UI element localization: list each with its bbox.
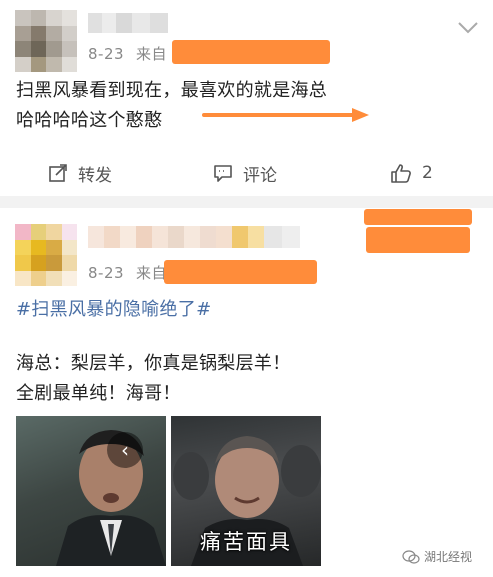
chevron-down-icon[interactable] xyxy=(456,20,480,36)
post-text-line: 全剧最单纯！海哥！ xyxy=(16,383,181,404)
avatar[interactable] xyxy=(15,10,77,72)
prev-image-button[interactable]: ‹ xyxy=(107,432,143,468)
repost-button[interactable]: 转发 xyxy=(48,158,112,188)
username-redacted[interactable] xyxy=(88,226,300,248)
repost-icon xyxy=(49,164,67,182)
post-text-line: 海总：梨层羊，你真是锅梨层羊！ xyxy=(16,353,291,374)
post-meta: 8-23 来自 xyxy=(88,43,167,64)
username-redacted[interactable] xyxy=(88,13,168,33)
thumbs-up-icon xyxy=(391,164,411,183)
watermark: 湖北经视 xyxy=(402,548,472,565)
source-redacted xyxy=(164,260,317,284)
post-card-1: 8-23 来自 扫黑风暴看到现在，最喜欢的就是海总 哈哈哈哈这个憨憨 转发 评论 xyxy=(0,0,493,196)
post-date: 8-23 xyxy=(88,45,125,63)
action-bar: 转发 评论 2 xyxy=(0,158,493,188)
source-redacted xyxy=(172,40,330,64)
post-divider xyxy=(0,196,493,208)
like-count: 2 xyxy=(422,163,433,183)
avatar[interactable] xyxy=(15,224,77,286)
post-image-2[interactable]: 痛苦面具 xyxy=(171,416,321,566)
badge-redacted xyxy=(366,227,470,253)
post-text: 海总：梨层羊，你真是锅梨层羊！ 全剧最单纯！海哥！ xyxy=(16,349,476,409)
comment-button[interactable]: 评论 xyxy=(213,158,277,188)
man-in-suit-photo xyxy=(56,430,166,566)
topic-hashtag-link[interactable]: #扫黑风暴的隐喻绝了# xyxy=(16,295,211,325)
post-text-line: 扫黑风暴看到现在，最喜欢的就是海总 xyxy=(16,80,328,101)
comment-icon xyxy=(214,165,232,182)
like-button[interactable]: 2 xyxy=(390,158,433,188)
wechat-logo-icon xyxy=(402,549,420,564)
repost-label: 转发 xyxy=(78,165,112,186)
post-card-2: 8-23 来自 #扫黑风暴的隐喻绝了# 海总：梨层羊，你真是锅梨层羊！ 全剧最单纯… xyxy=(0,208,493,577)
post-image-1[interactable]: ‹ xyxy=(16,416,166,566)
source-label: 来自 xyxy=(136,264,168,282)
arrow-annotation-icon xyxy=(202,108,369,122)
source-label: 来自 xyxy=(136,45,168,63)
badge-redacted xyxy=(364,209,472,225)
post-date: 8-23 xyxy=(88,264,125,282)
post-meta: 8-23 来自 xyxy=(88,262,167,283)
image-caption: 痛苦面具 xyxy=(200,530,292,554)
watermark-text: 湖北经视 xyxy=(424,550,473,564)
comment-label: 评论 xyxy=(243,165,277,186)
post-text: 扫黑风暴看到现在，最喜欢的就是海总 哈哈哈哈这个憨憨 xyxy=(16,76,476,136)
